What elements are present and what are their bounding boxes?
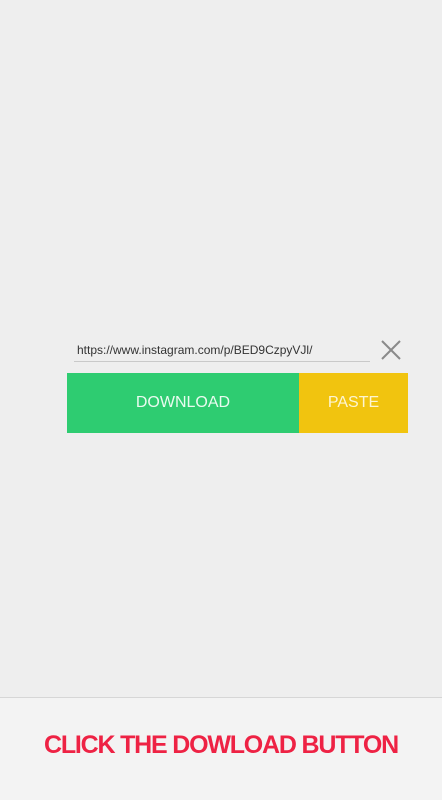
url-input-row [74,338,410,364]
url-input[interactable] [74,338,370,362]
paste-button[interactable]: PASTE [299,373,408,433]
caption-area: CLICK THE DOWLOAD BUTTON [0,698,442,800]
instruction-caption: CLICK THE DOWLOAD BUTTON [43,731,399,759]
app-screen: DOWNLOAD PASTE [0,0,442,697]
action-bar: DOWNLOAD PASTE [67,373,408,433]
close-icon[interactable] [380,339,402,361]
download-button[interactable]: DOWNLOAD [67,373,299,433]
